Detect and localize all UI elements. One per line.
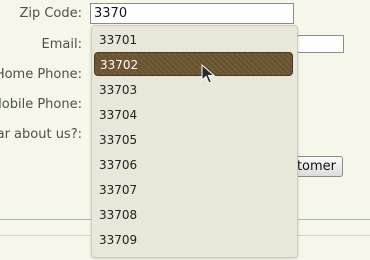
email-label: Email:	[41, 37, 82, 52]
autocomplete-option[interactable]: 33708	[94, 203, 293, 227]
zip-autocomplete-list: 33701 33702 33703 33704 33705 33706 3370…	[91, 25, 298, 258]
autocomplete-option[interactable]: 33706	[94, 153, 293, 177]
autocomplete-option[interactable]: 33705	[94, 128, 293, 152]
autocomplete-option[interactable]: 33704	[94, 103, 293, 127]
mobile-phone-label: Mobile Phone:	[0, 97, 82, 112]
zip-code-label: Zip Code:	[19, 6, 82, 21]
autocomplete-option[interactable]: 33709	[94, 228, 293, 252]
autocomplete-option[interactable]: 33707	[94, 178, 293, 202]
autocomplete-option[interactable]: 33701	[94, 28, 293, 52]
email-input[interactable]	[290, 35, 344, 53]
home-phone-label: Home Phone:	[0, 67, 82, 82]
zip-code-input[interactable]	[90, 3, 294, 24]
autocomplete-option[interactable]: 33703	[94, 78, 293, 102]
autocomplete-option-highlighted[interactable]: 33702	[94, 52, 293, 76]
hear-about-us-label: ar about us?:	[0, 127, 82, 142]
